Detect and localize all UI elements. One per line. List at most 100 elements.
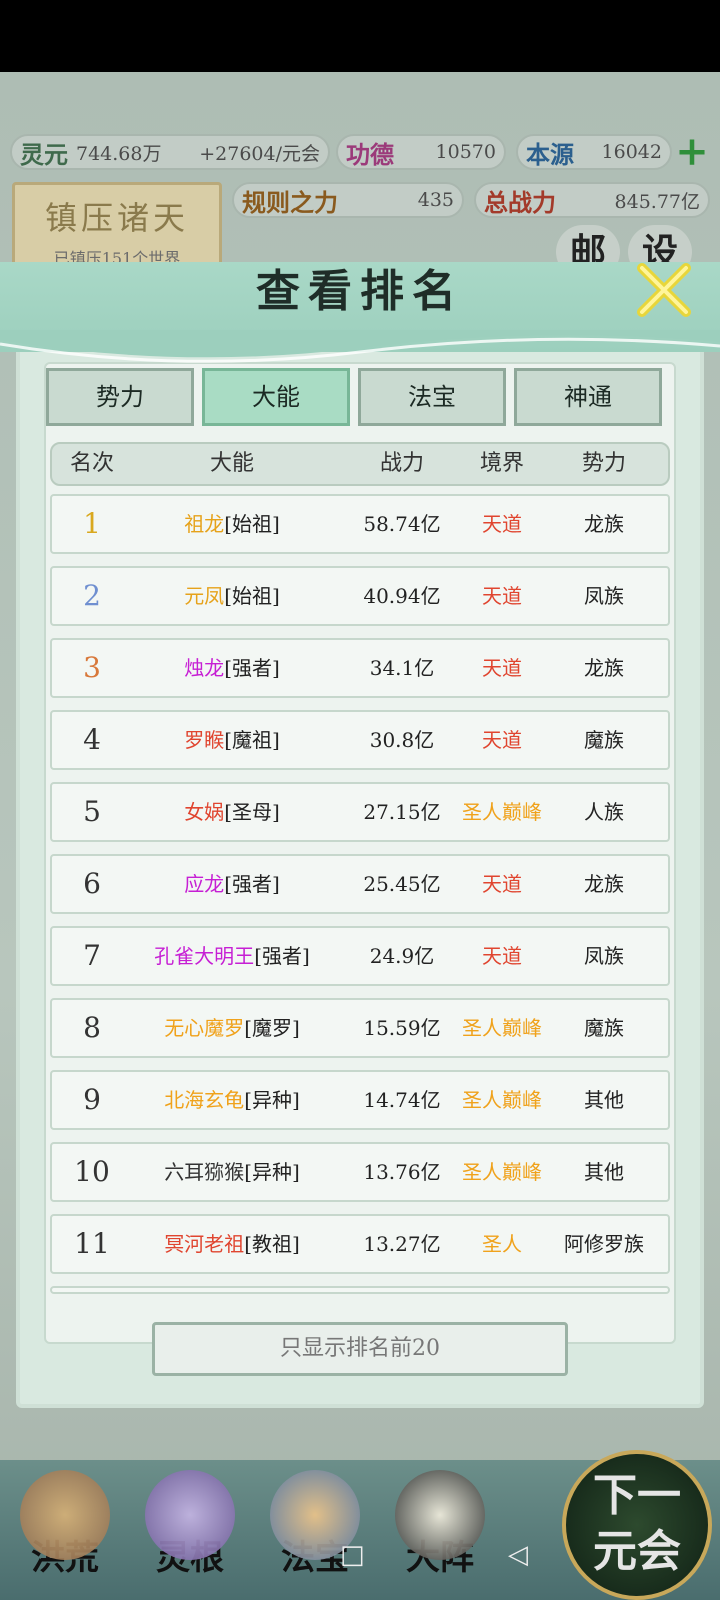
tab-fabao[interactable]: 法宝 [358, 368, 506, 426]
zhenya-title: 镇压诸天 [44, 199, 189, 237]
rank-cell: 6 [83, 867, 101, 900]
table-row[interactable]: 9 北海玄龟[异种] 14.74亿 圣人巅峰 其他 [50, 1070, 670, 1130]
tab-shili[interactable]: 势力 [46, 368, 194, 426]
table-row[interactable]: 8 无心魔罗[魔罗] 15.59亿 圣人巅峰 魔族 [50, 998, 670, 1058]
daneng-cell: 孔雀大明王[强者] [122, 928, 342, 984]
table-row[interactable]: 1 祖龙[始祖] 58.74亿 天道 龙族 [50, 494, 670, 554]
daneng-name: 六耳猕猴 [164, 1160, 245, 1184]
lingyuan-value: 744.68万 [76, 142, 162, 165]
next-era-button[interactable]: 下一 元会 [562, 1450, 712, 1600]
guize-bar: 规则之力 435 [232, 182, 464, 218]
faction-cell: 人族 [584, 800, 624, 824]
faction-cell: 龙族 [584, 872, 624, 896]
daneng-title: [强者] [224, 872, 280, 896]
nav-dazhen[interactable]: 大阵 [385, 1470, 495, 1590]
daneng-title: [始祖] [224, 584, 280, 608]
daneng-cell: 元凤[始祖] [122, 568, 342, 624]
realm-cell: 天道 [482, 512, 522, 536]
daneng-title: [异种] [244, 1160, 300, 1184]
linggen-icon [145, 1470, 235, 1560]
gongde-value: 10570 [435, 141, 496, 163]
col-realm: 境界 [479, 451, 524, 476]
status-bar [0, 0, 720, 72]
table-row[interactable]: 11 冥河老祖[教祖] 13.27亿 圣人 阿修罗族 [50, 1214, 670, 1274]
power-cell: 34.1亿 [369, 656, 435, 680]
rank-cell: 2 [83, 579, 101, 612]
table-row-partial [50, 1286, 670, 1294]
daneng-title: [强者] [224, 656, 280, 680]
power-cell: 27.15亿 [363, 800, 441, 824]
system-back-button[interactable]: ◁ [508, 1540, 528, 1570]
honghuang-icon [20, 1470, 110, 1560]
zongzhanli-label: 总战力 [484, 187, 556, 217]
rank-cell: 5 [83, 795, 101, 828]
benyuan-label: 本源 [526, 139, 574, 169]
power-cell: 15.59亿 [363, 1016, 441, 1040]
tab-shentong[interactable]: 神通 [514, 368, 662, 426]
lingyuan-rate: +27604/元会 [199, 142, 320, 165]
daneng-name: 烛龙 [184, 656, 225, 680]
daneng-title: [魔祖] [224, 728, 280, 752]
table-row[interactable]: 5 女娲[圣母] 27.15亿 圣人巅峰 人族 [50, 782, 670, 842]
table-row[interactable]: 6 应龙[强者] 25.45亿 天道 龙族 [50, 854, 670, 914]
daneng-cell: 六耳猕猴[异种] [122, 1144, 342, 1200]
col-power: 战力 [379, 451, 424, 476]
faction-cell: 其他 [584, 1088, 624, 1112]
col-faction: 势力 [581, 451, 626, 476]
daneng-cell: 烛龙[强者] [122, 640, 342, 696]
col-daneng: 大能 [209, 451, 254, 476]
benyuan-value: 16042 [601, 141, 662, 163]
table-row[interactable]: 7 孔雀大明王[强者] 24.9亿 天道 凤族 [50, 926, 670, 986]
top20-filter-button[interactable]: 只显示排名前20 [152, 1322, 568, 1376]
gongde-label: 功德 [346, 139, 394, 169]
table-row[interactable]: 2 元凤[始祖] 40.94亿 天道 凤族 [50, 566, 670, 626]
daneng-name: 元凤 [184, 584, 225, 608]
close-button[interactable] [632, 258, 696, 322]
lingyuan-label: 灵元 [20, 139, 68, 169]
nav-linggen[interactable]: 灵根 [135, 1470, 245, 1590]
table-row[interactable]: 4 罗睺[魔祖] 30.8亿 天道 魔族 [50, 710, 670, 770]
realm-cell: 圣人巅峰 [462, 1160, 542, 1184]
gongde-bar: 功德 10570 [336, 134, 506, 170]
nav-fabao[interactable]: 法宝 [260, 1470, 370, 1590]
modal-title: 查看排名 [256, 266, 464, 317]
power-cell: 13.27亿 [363, 1232, 441, 1256]
nav-honghuang[interactable]: 洪荒 [10, 1470, 120, 1590]
system-home-button[interactable]: □ [340, 1540, 365, 1570]
daneng-name: 北海玄龟 [164, 1088, 245, 1112]
power-cell: 14.74亿 [363, 1088, 441, 1112]
table-row[interactable]: 10 六耳猕猴[异种] 13.76亿 圣人巅峰 其他 [50, 1142, 670, 1202]
daneng-title: [教祖] [244, 1232, 300, 1256]
zhenya-panel[interactable]: 镇压诸天 已镇压151个世界 [12, 182, 222, 272]
realm-cell: 天道 [482, 728, 522, 752]
daneng-cell: 应龙[强者] [122, 856, 342, 912]
guize-value: 435 [417, 189, 454, 211]
next-era-line1: 下一 [593, 1470, 681, 1521]
daneng-title: [强者] [254, 944, 310, 968]
realm-cell: 天道 [482, 584, 522, 608]
taiji-icon [395, 1470, 485, 1560]
benyuan-bar: 本源 16042 [516, 134, 672, 170]
daneng-title: [始祖] [224, 512, 280, 536]
daneng-cell: 女娲[圣母] [122, 784, 342, 840]
faction-cell: 阿修罗族 [564, 1232, 644, 1256]
power-cell: 30.8亿 [369, 728, 435, 752]
power-cell: 40.94亿 [363, 584, 441, 608]
table-row[interactable]: 3 烛龙[强者] 34.1亿 天道 龙族 [50, 638, 670, 698]
rank-cell: 7 [83, 939, 101, 972]
power-cell: 13.76亿 [363, 1160, 441, 1184]
daneng-cell: 冥河老祖[教祖] [122, 1216, 342, 1272]
daneng-name: 祖龙 [184, 512, 225, 536]
add-benyuan-icon[interactable]: + [672, 132, 712, 174]
table-header: 名次 大能 战力 境界 势力 [50, 442, 670, 486]
rank-cell: 10 [74, 1155, 110, 1188]
rank-cell: 8 [83, 1011, 101, 1044]
tab-daneng[interactable]: 大能 [202, 368, 350, 426]
zongzhanli-bar: 总战力 845.77亿 [474, 182, 710, 218]
faction-cell: 魔族 [584, 728, 624, 752]
header-wave-decoration [0, 330, 720, 363]
daneng-name: 应龙 [184, 872, 225, 896]
realm-cell: 天道 [482, 944, 522, 968]
faction-cell: 魔族 [584, 1016, 624, 1040]
daneng-name: 冥河老祖 [164, 1232, 245, 1256]
